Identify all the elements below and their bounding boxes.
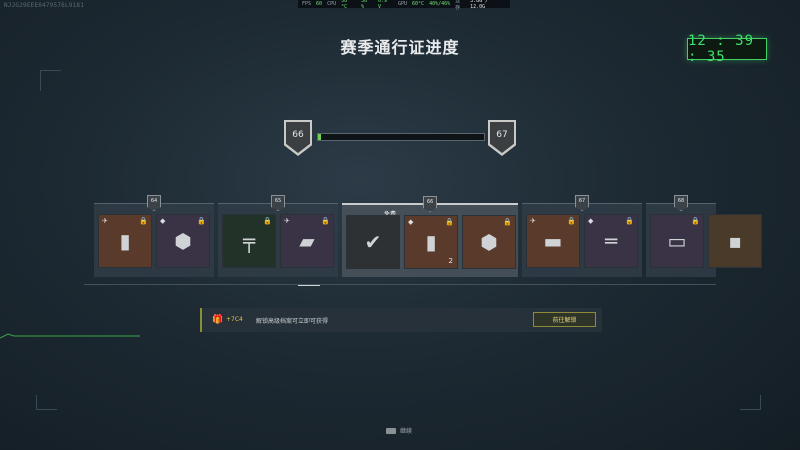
tier-panel-68[interactable]: 68 ▭ 🔒 ▪ xyxy=(646,195,762,277)
reward-item-claimed-reward[interactable]: ✔ xyxy=(346,215,400,269)
reward-type-icon: ✈ xyxy=(530,217,536,225)
cpu-load: 36 % xyxy=(361,0,368,10)
cpu-volt: 0.9 V xyxy=(378,0,388,10)
reward-track[interactable]: 64▮✈🔒⬢◆🔒65╤🔒▰✈🔒66免费✔▮◆🔒2⬢🔒67▬✈🔒═◆🔒68▭🔒▪ xyxy=(84,195,762,277)
go-unlock-button[interactable]: 前往解锁 xyxy=(533,312,596,327)
continue-label: 继续 xyxy=(400,428,413,435)
mem-value: 3.8G / 12.0G xyxy=(470,0,489,10)
lock-icon: 🔒 xyxy=(691,217,700,225)
cod-points-amount: +7C4 xyxy=(226,316,243,323)
continue-prompt[interactable]: 继续 xyxy=(386,426,412,435)
reward-item-attachment-stock[interactable]: ▮ ✈ 🔒 xyxy=(98,214,152,268)
reward-item-attachment-stock[interactable]: ▮ ◆ 🔒 2 xyxy=(404,215,458,269)
weapon-xp-token-icon: ▰ xyxy=(299,229,315,253)
current-tier-number: 66 xyxy=(286,122,310,153)
claimed-reward-icon: ✔ xyxy=(364,230,382,254)
tier-number-tag: 65 xyxy=(271,195,285,211)
performance-overlay: FPS 60 CPU 50 °C 36 % 0.9 V GPU 60°C 40%… xyxy=(298,0,510,11)
signal-line-decoration xyxy=(0,333,140,339)
unlock-description: 解锁高级档案可立即可获得 xyxy=(256,318,329,325)
item-count: 2 xyxy=(448,257,453,265)
track-divider xyxy=(84,284,716,285)
tier-progress: 66 67 xyxy=(284,120,516,158)
tier-panel-66[interactable]: 66免费✔▮◆🔒2⬢🔒 xyxy=(342,196,518,277)
tier-number-tag: 64 xyxy=(147,195,161,211)
operator-emblem-icon: ⬢ xyxy=(480,230,498,254)
progress-bar xyxy=(317,133,485,141)
reward-item-partial-item[interactable]: ▪ xyxy=(708,214,762,268)
unlock-premium-bar: 🎁 +7C4 解锁高级档案可立即可获得 前往解锁 xyxy=(200,308,602,332)
tier-number-tag: 66 xyxy=(423,196,437,212)
gpu-temp: 60°C xyxy=(412,1,425,7)
reward-type-icon: ✈ xyxy=(284,217,290,225)
cpu-label: CPU xyxy=(327,1,337,7)
reward-item-operator-emblem[interactable]: ⬢ ◆ 🔒 xyxy=(156,214,210,268)
gpu-label: GPU xyxy=(398,1,408,7)
fps-value: 60 xyxy=(316,1,323,7)
reward-item-weapon-blueprint-sniper[interactable]: ═ ◆ 🔒 xyxy=(584,214,638,268)
page-title: 赛季通行证进度 xyxy=(340,38,460,57)
player-id: NJJG29EEE0479576L9181 xyxy=(4,2,85,9)
lock-icon: 🔒 xyxy=(139,217,148,225)
reward-item-attachment-case[interactable]: ▬ ✈ 🔒 xyxy=(526,214,580,268)
lock-icon: 🔒 xyxy=(503,218,512,226)
reward-item-weapon-blueprint-smg[interactable]: ╤ 🔒 xyxy=(222,214,276,268)
sticker-banner-icon: ▭ xyxy=(667,229,687,253)
lock-icon: 🔒 xyxy=(197,217,206,225)
fps-label: FPS xyxy=(302,1,312,7)
gift-icon: 🎁 xyxy=(212,315,224,325)
clock-display: 12 : 39 : 35 xyxy=(687,33,767,65)
gpu-load: 40%/46% xyxy=(429,1,451,7)
next-tier-badge: 67 xyxy=(488,120,516,156)
tier-panel-64[interactable]: 64 ▮ ✈ 🔒 ⬢ ◆ 🔒 xyxy=(94,195,214,277)
keyboard-key-icon xyxy=(386,427,396,434)
operator-emblem-icon: ⬢ xyxy=(174,229,192,253)
frame-corner-decoration xyxy=(740,395,761,410)
lock-icon: 🔒 xyxy=(321,217,330,225)
current-tier-badge: 66 xyxy=(284,120,312,156)
lock-icon: 🔒 xyxy=(445,218,454,226)
frame-corner-decoration xyxy=(36,395,57,410)
cpu-temp: 50 °C xyxy=(341,0,348,10)
reward-item-operator-emblem[interactable]: ⬢ 🔒 xyxy=(462,215,516,269)
lock-icon: 🔒 xyxy=(567,217,576,225)
mem-label: 显存 xyxy=(455,0,461,11)
reward-type-icon: ◆ xyxy=(408,218,414,226)
reward-type-icon: ✈ xyxy=(102,217,108,225)
reward-type-icon: ◆ xyxy=(160,217,166,225)
progress-fill xyxy=(318,134,322,140)
reward-item-weapon-xp-token[interactable]: ▰ ✈ 🔒 xyxy=(280,214,334,268)
next-tier-number: 67 xyxy=(490,122,514,153)
tier-number-tag: 67 xyxy=(575,195,589,211)
attachment-case-icon: ▬ xyxy=(543,229,563,253)
tier-panel-65[interactable]: 65 ╤ 🔒 ▰ ✈ 🔒 xyxy=(218,195,338,277)
attachment-stock-icon: ▮ xyxy=(425,230,437,254)
tier-number-tag: 68 xyxy=(674,195,688,211)
reward-item-sticker-banner[interactable]: ▭ 🔒 xyxy=(650,214,704,268)
reward-type-icon: ◆ xyxy=(588,217,594,225)
weapon-blueprint-sniper-icon: ═ xyxy=(604,229,618,253)
lock-icon: 🔒 xyxy=(625,217,634,225)
frame-corner-decoration xyxy=(40,70,61,91)
lock-icon: 🔒 xyxy=(263,217,272,225)
attachment-stock-icon: ▮ xyxy=(119,229,131,253)
weapon-blueprint-smg-icon: ╤ xyxy=(242,229,256,253)
partial-item-icon: ▪ xyxy=(728,229,742,253)
tier-panel-67[interactable]: 67 ▬ ✈ 🔒 ═ ◆ 🔒 xyxy=(522,195,642,277)
